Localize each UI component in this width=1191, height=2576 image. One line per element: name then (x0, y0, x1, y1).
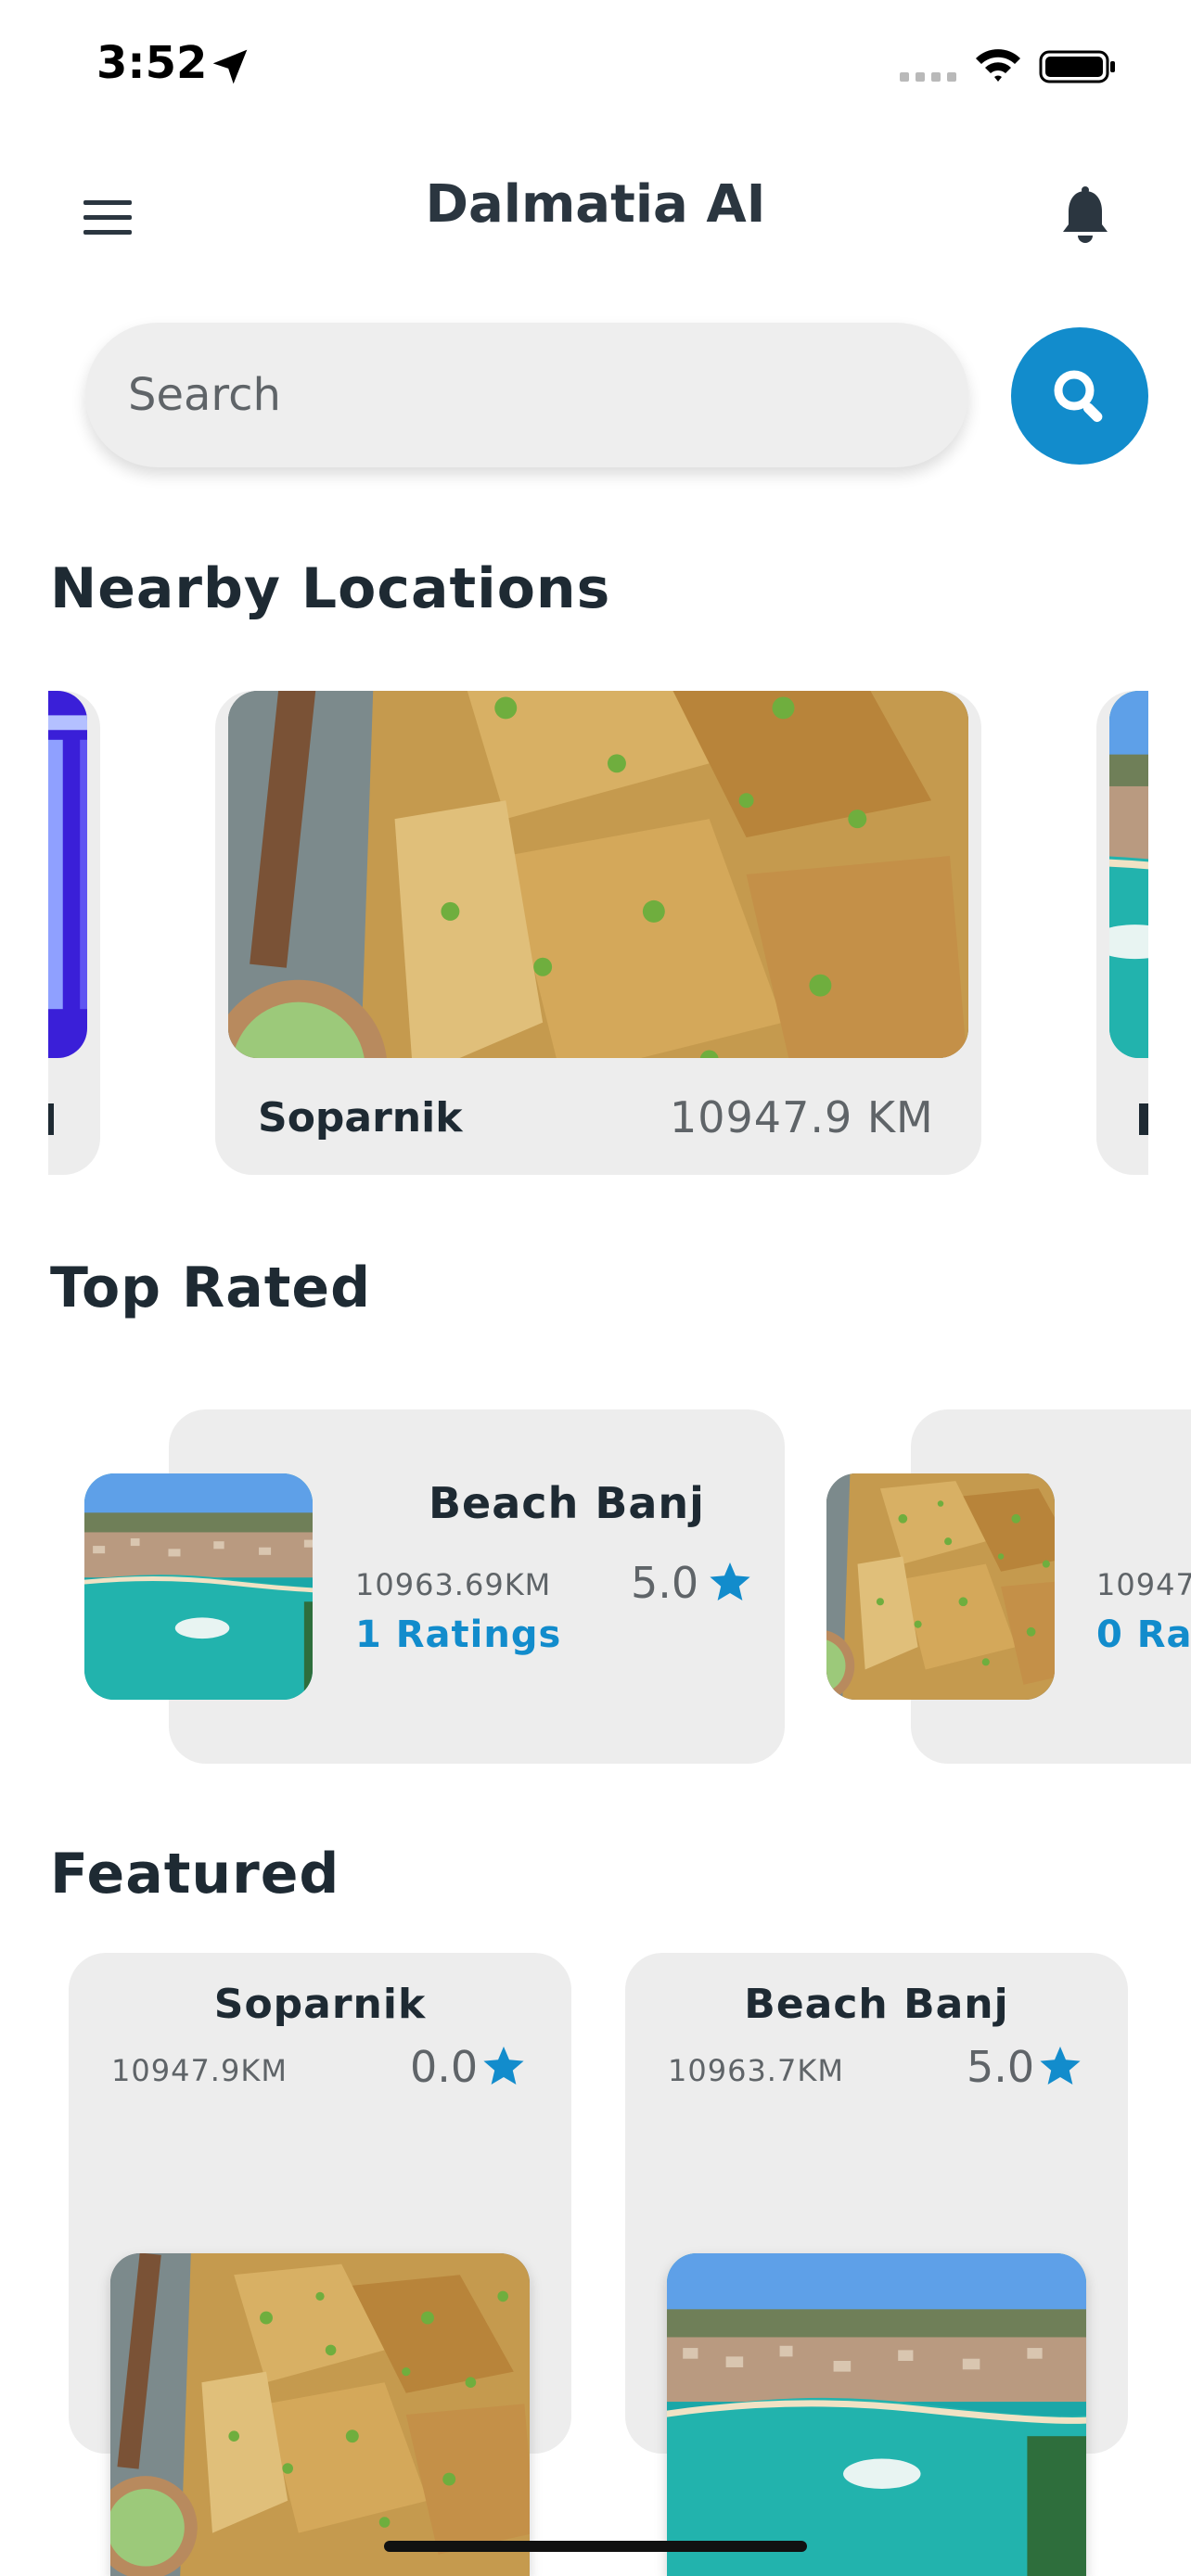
nearby-card-name-partial-right (1139, 1103, 1148, 1135)
nearby-card-image-partial-right (1109, 691, 1148, 1058)
star-icon (483, 2047, 524, 2085)
featured-card-image (667, 2253, 1086, 2576)
top-rated-card-distance-partial: 10947. (1096, 1567, 1191, 1602)
wifi-icon (976, 49, 1020, 82)
top-rated-card-ratings-partial: 0 Rat (1096, 1613, 1191, 1656)
nearby-card-name: Soparnik (258, 1094, 463, 1141)
featured-title: Featured (50, 1842, 340, 1906)
featured-card-name: Beach Banj (744, 1981, 1009, 2028)
search-button[interactable] (1011, 327, 1148, 465)
nearby-card-image (228, 691, 968, 1058)
featured-card-name: Soparnik (213, 1981, 427, 2028)
top-rated-card-image (84, 1473, 313, 1700)
nearby-card-image-partial-left (48, 691, 87, 1058)
search-input[interactable]: Search (85, 323, 968, 467)
featured-card-distance: 10963.7KM (668, 2053, 844, 2088)
star-icon (710, 1562, 750, 1600)
featured-card-distance: 10947.9KM (111, 2053, 288, 2088)
cellular-signal-icon (900, 72, 956, 82)
location-arrow-icon (212, 49, 248, 84)
status-time: 3:52 (96, 37, 208, 89)
top-rated-card-name: Beach Banj (429, 1478, 705, 1528)
app-title: Dalmatia AI (425, 174, 766, 235)
top-rated-title: Top Rated (50, 1256, 372, 1320)
home-indicator[interactable] (384, 2541, 807, 2552)
nearby-locations-title: Nearby Locations (50, 556, 611, 621)
top-rated-card-image-partial (826, 1473, 1055, 1700)
featured-card-rating: 5.0 (967, 2042, 1035, 2092)
featured-card-image (110, 2253, 530, 2576)
top-rated-card-rating: 5.0 (631, 1558, 699, 1608)
search-icon (1054, 370, 1103, 423)
top-rated-card-distance: 10963.69KM (355, 1567, 552, 1602)
notification-bell-icon[interactable] (1057, 185, 1113, 247)
nearby-card-name-partial-left (48, 1103, 54, 1135)
nearby-card-distance: 10947.9 KM (670, 1092, 934, 1142)
featured-card-rating: 0.0 (410, 2042, 479, 2092)
star-icon (1040, 2047, 1081, 2085)
battery-icon (1039, 50, 1115, 83)
top-rated-card-ratings-count: 1 Ratings (355, 1613, 562, 1656)
